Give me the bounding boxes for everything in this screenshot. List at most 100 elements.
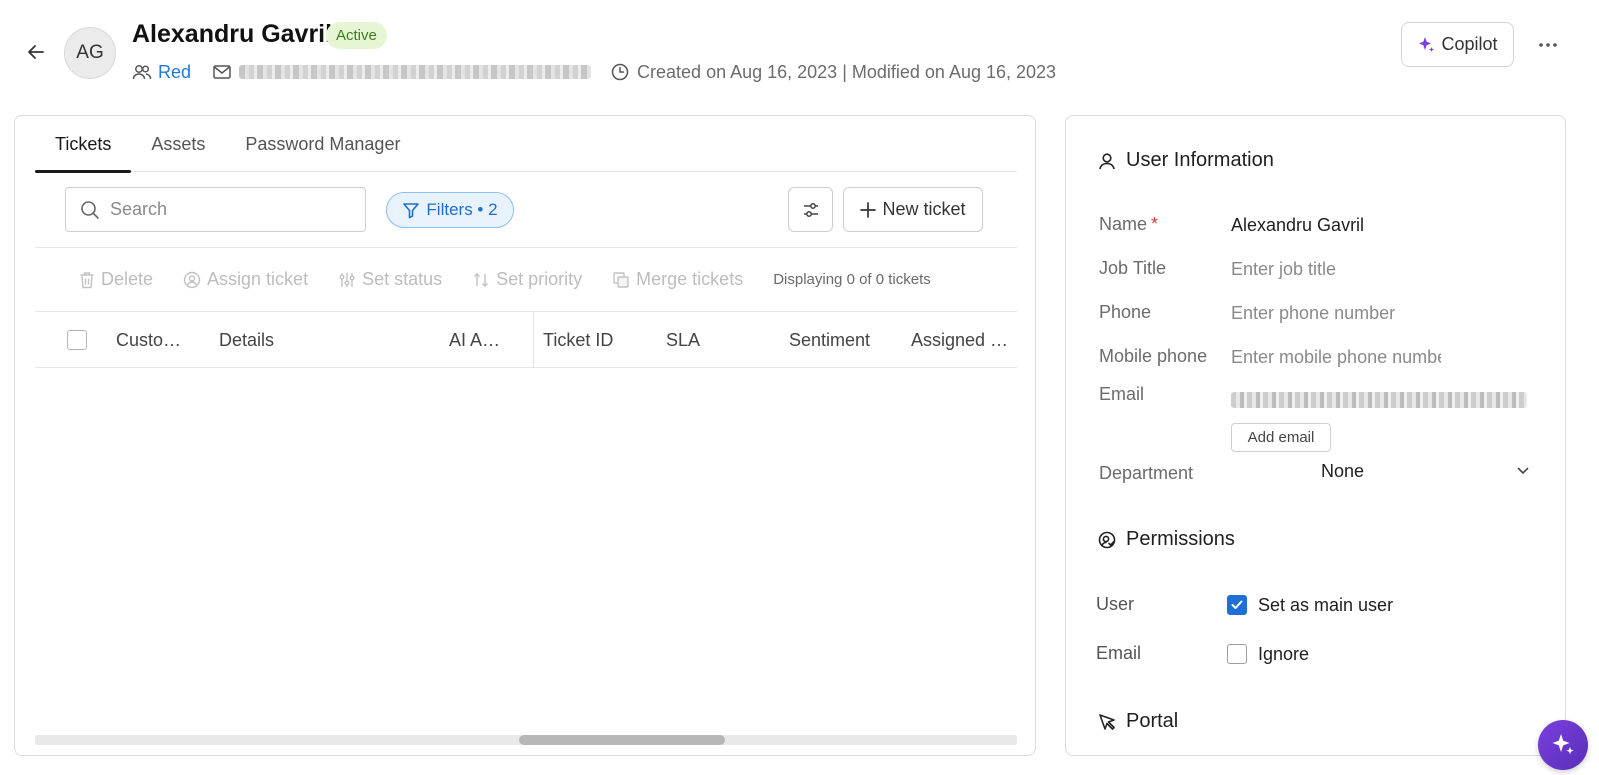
email-value-redacted [1231, 392, 1527, 408]
new-ticket-label: New ticket [882, 199, 966, 219]
avatar: AG [64, 27, 116, 79]
tab-bar: Tickets Assets Password Manager [35, 116, 1017, 173]
portal-title: Portal [1126, 710, 1179, 732]
created-modified-dates: Created on Aug 16, 2023 | Modified on Au… [637, 61, 1057, 82]
column-header-ai[interactable]: AI A… [449, 312, 519, 368]
phone-label: Phone [1099, 302, 1152, 322]
search-input[interactable] [110, 199, 340, 220]
user-details-panel: User Information Name * Alexandru Gavril … [1065, 115, 1566, 756]
delete-label: Delete [101, 269, 154, 289]
mobile-phone-label: Mobile phone [1099, 346, 1208, 366]
name-label-text: Name [1099, 214, 1148, 234]
trash-icon [80, 271, 94, 288]
filters-label: Filters • 2 [426, 200, 498, 219]
copilot-button[interactable]: Copilot [1401, 22, 1514, 67]
email-label: Email [1099, 384, 1145, 404]
perm-email-label: Email [1096, 643, 1142, 663]
tab-tickets[interactable]: Tickets [35, 116, 132, 173]
column-header-assigned[interactable]: Assigned … [911, 312, 1011, 368]
permissions-title: Permissions [1126, 528, 1235, 550]
set-status-label: Set status [362, 269, 443, 289]
user-information-title: User Information [1126, 149, 1274, 171]
users-icon [132, 65, 152, 80]
back-button[interactable] [24, 40, 48, 64]
set-main-user-label[interactable]: Set as main user [1258, 595, 1393, 616]
sparkle-icon [1419, 36, 1435, 52]
plus-icon [860, 201, 877, 218]
filter-icon [403, 203, 420, 219]
select-all-checkbox[interactable] [67, 330, 87, 350]
displaying-count: Displaying 0 of 0 tickets [773, 271, 931, 288]
user-meta-row: Red Created on Aug 16, 2023 | Modified o… [132, 60, 1056, 84]
mobile-phone-field[interactable] [1231, 344, 1441, 370]
column-header-sentiment[interactable]: Sentiment [789, 312, 889, 368]
assign-ticket-label: Assign ticket [207, 269, 309, 289]
perm-user-label: User [1096, 594, 1135, 614]
name-value[interactable]: Alexandru Gavril [1231, 215, 1364, 236]
set-priority-action[interactable]: Set priority [472, 269, 582, 290]
mail-icon [213, 65, 231, 79]
page-header: AG Alexandru Gavril Active Red Created o… [0, 0, 1599, 100]
check-icon [1231, 600, 1243, 609]
assign-icon [183, 271, 201, 288]
assign-ticket-action[interactable]: Assign ticket [183, 269, 308, 290]
bulk-actions-bar: Delete Assign ticket Set status Set prio… [35, 248, 1017, 312]
name-label: Name * [1099, 214, 1158, 235]
sliders-icon [803, 202, 818, 217]
column-header-customer[interactable]: Custo… [116, 312, 186, 368]
merge-icon [613, 271, 629, 288]
column-header-sla[interactable]: SLA [666, 312, 746, 368]
department-label: Department [1099, 463, 1194, 483]
group-link[interactable]: Red [158, 62, 191, 83]
portal-heading: Portal [1098, 710, 1178, 733]
copilot-fab-button[interactable] [1538, 720, 1588, 770]
search-icon [81, 200, 99, 219]
set-status-action[interactable]: Set status [338, 269, 442, 290]
column-divider[interactable] [533, 312, 534, 368]
permission-icon [1098, 531, 1116, 548]
filters-button[interactable]: Filters • 2 [386, 192, 514, 228]
search-box[interactable] [65, 187, 366, 232]
department-select[interactable]: None [1321, 456, 1529, 486]
user-icon [1099, 152, 1115, 169]
cursor-icon [1099, 713, 1115, 730]
delete-action[interactable]: Delete [79, 269, 153, 290]
sort-icon [474, 272, 489, 287]
table-header: Custo… Details AI A… Ticket ID SLA Senti… [35, 312, 1017, 368]
ignore-email-checkbox[interactable] [1227, 644, 1247, 664]
job-title-field[interactable] [1231, 256, 1441, 282]
column-header-details[interactable]: Details [219, 312, 339, 368]
set-priority-label: Set priority [496, 269, 583, 289]
status-icon [339, 272, 355, 287]
more-options-button[interactable] [1535, 32, 1561, 58]
status-badge: Active [326, 22, 387, 49]
more-horizontal-icon [1539, 43, 1557, 47]
arrow-left-icon [28, 45, 44, 59]
tab-assets[interactable]: Assets [131, 116, 225, 172]
column-settings-button[interactable] [788, 187, 833, 232]
ignore-email-label[interactable]: Ignore [1258, 644, 1309, 665]
page-title: Alexandru Gavril [132, 20, 333, 48]
tab-password-manager[interactable]: Password Manager [225, 116, 420, 172]
add-email-button[interactable]: Add email [1231, 423, 1331, 452]
new-ticket-button[interactable]: New ticket [843, 187, 983, 232]
chevron-down-icon [1517, 467, 1529, 475]
required-asterisk: * [1151, 214, 1159, 234]
department-value: None [1321, 460, 1365, 481]
permissions-heading: Permissions [1098, 528, 1235, 551]
clock-icon [611, 63, 629, 81]
merge-tickets-action[interactable]: Merge tickets [612, 269, 743, 290]
scrollbar-thumb[interactable] [519, 735, 725, 745]
set-main-user-checkbox[interactable] [1227, 595, 1247, 615]
job-title-label: Job Title [1099, 258, 1167, 278]
user-information-heading: User Information [1098, 149, 1274, 172]
email-redacted [239, 65, 592, 79]
column-header-ticket-id[interactable]: Ticket ID [543, 312, 643, 368]
copilot-label: Copilot [1441, 34, 1498, 54]
tickets-toolbar: Filters • 2 New ticket [35, 172, 1017, 248]
tickets-panel: Tickets Assets Password Manager Filters … [14, 115, 1036, 756]
horizontal-scrollbar[interactable] [35, 735, 1017, 745]
sparkle-icon [1552, 734, 1574, 755]
merge-tickets-label: Merge tickets [636, 269, 744, 289]
phone-field[interactable] [1231, 300, 1441, 326]
